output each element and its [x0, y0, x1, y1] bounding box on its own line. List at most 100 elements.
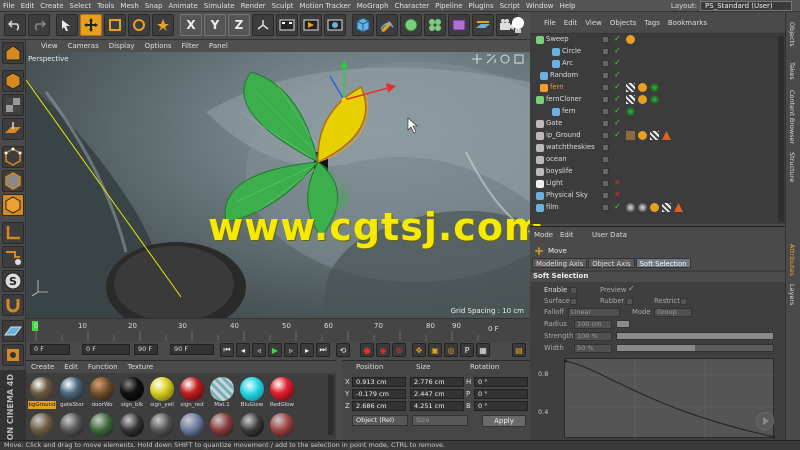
object-row[interactable]: watchtheskies ·	[530, 142, 785, 154]
visibility-toggle[interactable]	[602, 192, 609, 199]
enabled-check-icon[interactable]: ✓	[614, 130, 621, 139]
material-ball[interactable]	[210, 413, 234, 437]
material-ball[interactable]	[270, 413, 294, 437]
prev-key-icon[interactable]: ◂	[236, 343, 250, 357]
tag-icon[interactable]	[626, 35, 635, 44]
tag-icon[interactable]	[626, 95, 635, 104]
key-scale-icon[interactable]: ▣	[428, 343, 442, 357]
om-menu-view[interactable]: View	[581, 19, 606, 27]
size-y-field[interactable]: 2.447 cm	[410, 389, 464, 399]
enabled-check-icon[interactable]: ✓	[614, 94, 621, 103]
workplane-mode-icon[interactable]	[2, 118, 24, 140]
play-icon[interactable]: ▶	[268, 343, 282, 357]
menu-script[interactable]: Script	[497, 2, 523, 10]
visibility-toggle[interactable]	[602, 36, 609, 43]
object-row[interactable]: ip_Ground ✓	[530, 130, 785, 142]
material-tag-icon[interactable]	[650, 95, 659, 104]
tab-attributes[interactable]: Attributes	[788, 244, 796, 276]
warning-tag-icon[interactable]	[662, 131, 671, 140]
size-x-field[interactable]: 2.776 cm	[410, 377, 464, 387]
enabled-check-icon[interactable]: ✓	[614, 58, 621, 67]
texture-mode-icon[interactable]	[2, 94, 24, 116]
surface-checkbox[interactable]	[570, 298, 577, 305]
visibility-toggle[interactable]	[602, 120, 609, 127]
restrict-checkbox[interactable]	[680, 298, 687, 305]
key-selection-icon[interactable]: ⊚	[392, 343, 406, 357]
viewport[interactable]: Perspective Grid Spacing : 10 cm	[26, 52, 530, 318]
material-ball[interactable]	[150, 413, 174, 437]
object-row[interactable]: Light ✕	[530, 178, 785, 190]
falloff-dropdown[interactable]: Linear	[568, 308, 620, 317]
record-icon[interactable]: ●	[360, 343, 374, 357]
viewport-menu-options[interactable]: Options	[140, 42, 177, 50]
menu-character[interactable]: Character	[392, 2, 433, 10]
tag-icon[interactable]	[662, 203, 671, 212]
tag-icon[interactable]	[638, 83, 647, 92]
prev-frame-icon[interactable]: ◃	[252, 343, 266, 357]
min-frame-field[interactable]: 0 F	[82, 344, 130, 355]
tab-structure[interactable]: Structure	[788, 152, 796, 182]
tab-modeling-axis[interactable]: Modeling Axis	[532, 258, 588, 268]
pen-spline-icon[interactable]	[376, 14, 398, 36]
rotation-b-field[interactable]: 0 °	[474, 401, 528, 411]
nurbs-icon[interactable]	[400, 14, 422, 36]
visibility-toggle[interactable]	[602, 180, 609, 187]
polygons-mode-icon[interactable]	[2, 194, 24, 216]
position-z-field[interactable]: 2.686 cm	[352, 401, 406, 411]
tab-layers[interactable]: Layers	[788, 284, 796, 306]
material-swatch[interactable]: BluGlow	[238, 377, 266, 409]
preview-max-field[interactable]: 90 F	[170, 344, 214, 355]
tab-objects[interactable]: Objects	[788, 22, 796, 47]
om-menu-objects[interactable]: Objects	[606, 19, 640, 27]
material-tag-icon[interactable]	[626, 203, 635, 212]
object-row[interactable]: Random ✓	[530, 70, 785, 82]
render-settings-icon[interactable]	[324, 14, 346, 36]
locked-workplane-icon[interactable]	[2, 344, 24, 366]
object-row[interactable]: ocean ·	[530, 154, 785, 166]
material-ball[interactable]	[60, 413, 84, 437]
disabled-x-icon[interactable]: ·	[614, 142, 617, 151]
key-pla-icon[interactable]: ▦	[476, 343, 490, 357]
tag-icon[interactable]	[638, 131, 647, 140]
next-frame-icon[interactable]: ▹	[284, 343, 298, 357]
menu-pipeline[interactable]: Pipeline	[432, 2, 465, 10]
menu-tools[interactable]: Tools	[94, 2, 117, 10]
menu-mograph[interactable]: MoGraph	[354, 2, 392, 10]
enabled-check-icon[interactable]: ✓	[614, 34, 621, 43]
tab-soft-selection[interactable]: Soft Selection	[635, 258, 691, 268]
recent-tools-icon[interactable]	[152, 14, 174, 36]
viewport-rotate-icon[interactable]	[500, 54, 510, 66]
visibility-toggle[interactable]	[602, 132, 609, 139]
object-row[interactable]: Physical Sky ✕	[530, 190, 785, 202]
visibility-toggle[interactable]	[602, 60, 609, 67]
enabled-check-icon[interactable]: ✓	[614, 202, 621, 211]
key-position-icon[interactable]: ✥	[412, 343, 426, 357]
coords-mode-dropdown[interactable]: Object (Rel)	[352, 415, 408, 426]
disabled-x-icon[interactable]: ✕	[614, 178, 621, 187]
enabled-check-icon[interactable]: ✓	[614, 106, 621, 115]
light-icon[interactable]	[508, 15, 530, 37]
scale-tool-icon[interactable]	[104, 14, 126, 36]
menu-mesh[interactable]: Mesh	[117, 2, 141, 10]
z-axis-toggle[interactable]: Z	[228, 14, 250, 36]
om-menu-tags[interactable]: Tags	[640, 19, 664, 27]
attr-menu-edit[interactable]: Edit	[560, 231, 574, 239]
material-ball[interactable]	[180, 413, 204, 437]
object-row[interactable]: boyslife ·	[530, 166, 785, 178]
move-tool-icon[interactable]	[80, 14, 102, 36]
material-menu-texture[interactable]: Texture	[123, 363, 159, 371]
autokey-icon[interactable]: ◉	[376, 343, 390, 357]
object-list-scrollbar[interactable]	[778, 36, 784, 222]
menu-select[interactable]: Select	[67, 2, 95, 10]
rotation-p-field[interactable]: 0 °	[474, 389, 528, 399]
object-row[interactable]: fern ✓	[530, 82, 785, 94]
menu-motion-tracker[interactable]: Motion Tracker	[297, 2, 354, 10]
enable-axis-icon[interactable]	[2, 222, 24, 244]
object-row[interactable]: film ✓	[530, 202, 785, 214]
menu-help[interactable]: Help	[557, 2, 579, 10]
menu-simulate[interactable]: Simulate	[201, 2, 238, 10]
visibility-toggle[interactable]	[602, 84, 609, 91]
timeline[interactable]: 0 10 20 30 40 50 60 70 80 90 0 F	[26, 318, 530, 342]
tab-takes[interactable]: Takes	[788, 62, 796, 80]
visibility-toggle[interactable]	[602, 144, 609, 151]
